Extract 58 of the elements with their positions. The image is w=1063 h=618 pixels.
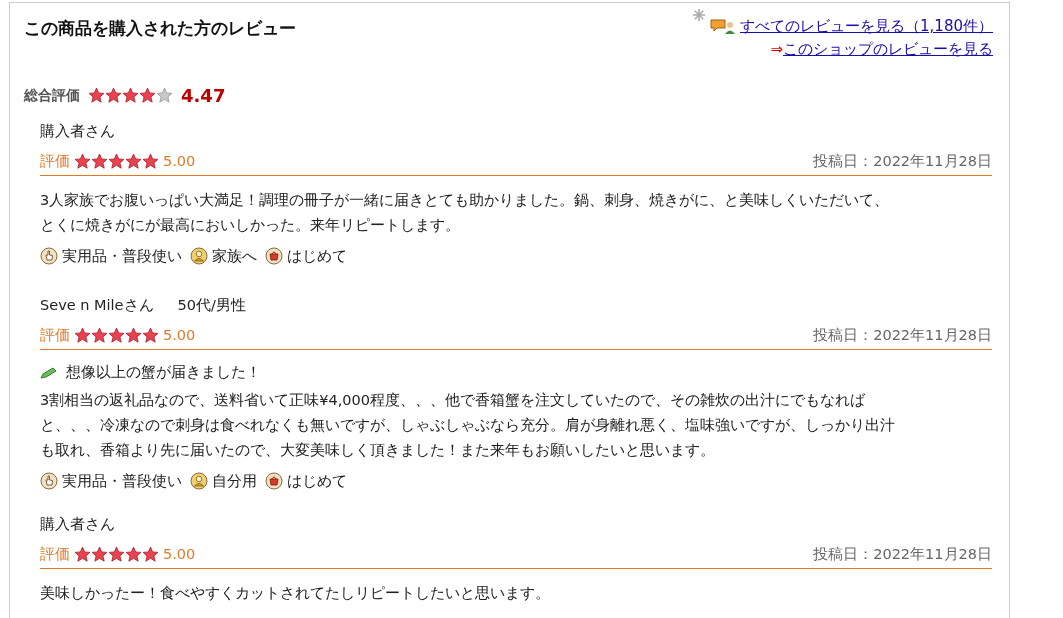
basket-icon	[265, 472, 283, 491]
review-tag: 実用品・普段使い	[62, 245, 182, 268]
rating-score: 5.00	[163, 326, 196, 345]
post-date: 投稿日：2022年11月28日	[813, 326, 992, 345]
pencil-icon	[40, 366, 58, 379]
shop-reviews-link[interactable]: このショップのレビューを見る	[783, 37, 993, 60]
star-icon	[91, 546, 108, 564]
review-tag: 実用品・普段使い	[62, 470, 182, 493]
hand-icon	[40, 472, 58, 491]
review-tag: 家族へ	[212, 245, 257, 268]
person-icon	[190, 247, 208, 266]
review-text: 美味しかったー！食べやすくカットされてたしリピートしたいと思います。	[40, 583, 551, 603]
star-icon	[88, 87, 105, 104]
review-tag: 自分用	[212, 470, 257, 493]
star-icon	[139, 87, 156, 104]
star-icon	[74, 546, 91, 564]
rating-label: 評価	[40, 326, 70, 345]
star-icon	[156, 87, 173, 104]
star-icon	[142, 327, 159, 345]
star-icon	[125, 546, 142, 564]
rating-score: 5.00	[163, 151, 196, 171]
overall-label: 総合評価	[24, 86, 80, 105]
all-reviews-link[interactable]: すべてのレビューを見る（1,180件）	[740, 15, 993, 38]
review-text: 3割相当の返礼品なので、送料省いて正味¥4,000程度、、、他で香箱蟹を注文していたので、その雑炊の出汁にでもなれば と、、、冷凍なので刺身は食べれなくも無いですが、しゃぶしゃぶなら充分。肩が身離れ悪く、塩味強いですが、しっかり出汁 も取れ、香箱より先に届いたので、大変美味しく頂きました！また来年もお願いしたいと思います。	[40, 390, 896, 460]
star-icon	[74, 153, 91, 171]
star-icon	[108, 327, 125, 345]
review-title: 想像以上の蟹が届きました！	[66, 362, 261, 382]
sparkle-icon	[692, 8, 707, 23]
star-icon	[91, 153, 108, 171]
star-icon	[125, 153, 142, 171]
post-date: 投稿日：2022年11月28日	[813, 545, 992, 564]
reviewer-name: Seve n Mileさん	[40, 296, 154, 316]
star-icon	[122, 87, 139, 104]
star-icon	[105, 87, 122, 104]
review-tag: はじめて	[287, 245, 347, 268]
rating-score: 5.00	[163, 545, 196, 564]
star-icon	[142, 546, 159, 564]
reviewer-demographic: 50代/男性	[177, 296, 246, 316]
reviewer-name: 購入者さん	[40, 515, 115, 535]
star-icon	[125, 327, 142, 345]
rating-label: 評価	[40, 545, 70, 564]
review-text: 3人家族でお腹いっぱい大満足！調理の冊子が一緒に届きとても助かりました。鍋、刺身、焼きがに、と美味しくいただいて、 とくに焼きがにが最高においしかった。来年リピートします。	[40, 190, 891, 235]
star-icon	[74, 327, 91, 345]
overall-score: 4.47	[181, 84, 226, 108]
star-icon	[91, 327, 108, 345]
hand-icon	[40, 247, 58, 266]
star-icon	[142, 153, 159, 171]
star-icon	[108, 546, 125, 564]
comment-person-icon	[710, 18, 737, 35]
section-title: この商品を購入された方のレビュー	[24, 18, 296, 40]
star-icon	[108, 153, 125, 171]
person-icon	[190, 472, 208, 491]
reviewer-name: 購入者さん	[40, 122, 115, 141]
post-date: 投稿日：2022年11月28日	[813, 151, 992, 171]
basket-icon	[265, 247, 283, 266]
arrow-text: ⇒	[770, 38, 783, 60]
review-tag: はじめて	[287, 470, 347, 493]
rating-label: 評価	[40, 151, 70, 171]
